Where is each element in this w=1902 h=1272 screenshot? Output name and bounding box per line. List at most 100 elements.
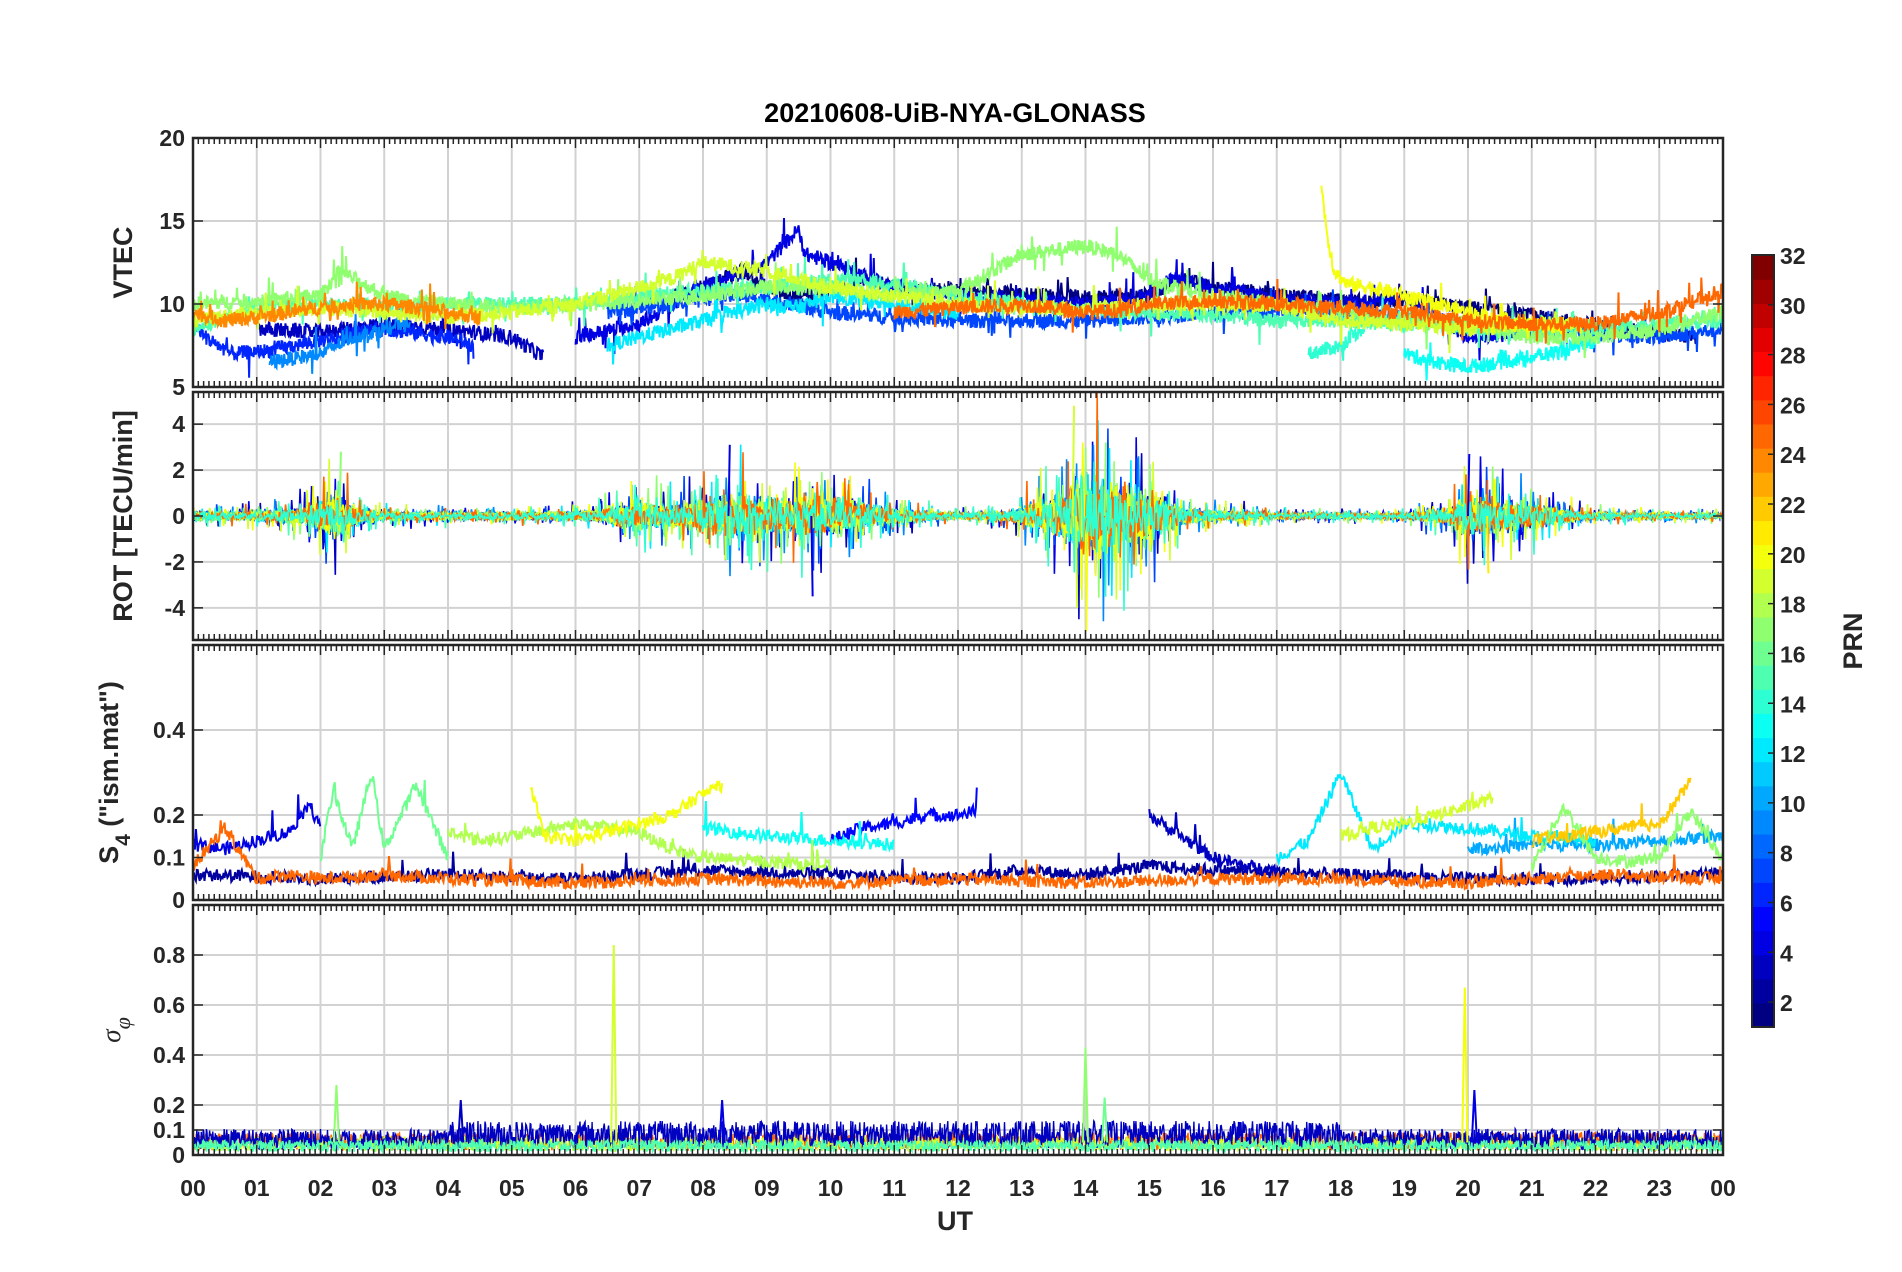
colorbar-segment <box>1752 255 1774 280</box>
colorbar-tick-label: 4 <box>1780 940 1793 966</box>
colorbar-tick-label: 24 <box>1780 442 1806 468</box>
y-tick-label: 10 <box>159 291 185 317</box>
colorbar-tick-label: 26 <box>1780 392 1806 418</box>
colorbar-tick-label: 18 <box>1780 592 1806 618</box>
colorbar-segment <box>1752 592 1774 618</box>
x-tick-label: 10 <box>818 1175 844 1201</box>
x-tick-label: 21 <box>1519 1175 1545 1201</box>
rot-peak <box>1486 515 1490 574</box>
colorbar-tick-label: 6 <box>1780 890 1793 916</box>
y-tick-label: 0 <box>172 503 185 529</box>
y-tick-label: 0.2 <box>153 1092 185 1118</box>
x-tick-label: 14 <box>1073 1175 1099 1201</box>
colorbar-segment <box>1752 761 1774 787</box>
panel-s4: 0 0.1 0.2 0.4 S4 ("ism.mat") <box>94 643 1725 913</box>
colorbar-segment <box>1752 472 1774 497</box>
colorbar-segment <box>1752 616 1774 642</box>
y-tick-label: -4 <box>165 595 186 621</box>
y-tick-label: 4 <box>172 411 185 437</box>
x-tick-label: 02 <box>308 1175 334 1201</box>
rot-peak <box>727 444 731 517</box>
colorbar-segment <box>1752 906 1774 932</box>
colorbar-segment <box>1752 496 1774 521</box>
colorbar-segment <box>1752 834 1774 859</box>
y-tick-label: 0 <box>172 887 185 913</box>
rot-peak <box>338 451 342 517</box>
x-tick-label: 16 <box>1200 1175 1226 1201</box>
x-tick-label: 22 <box>1583 1175 1609 1201</box>
colorbar-segment <box>1752 520 1774 546</box>
colorbar-segment <box>1752 1002 1774 1028</box>
y-tick-label: 0.1 <box>153 845 185 871</box>
colorbar-tick-label: 2 <box>1780 990 1793 1016</box>
x-tick-label: 09 <box>754 1175 780 1201</box>
panel-sigma_phi: 00.10.2 0.4 0.6 0.8 σφ <box>96 903 1725 1168</box>
x-tick-label: 07 <box>626 1175 652 1201</box>
y-tick-label: 0.4 <box>153 717 185 743</box>
x-tick-label: 11 <box>882 1175 907 1201</box>
x-tick-label: 00 <box>180 1175 206 1201</box>
x-tick-label: 23 <box>1646 1175 1672 1201</box>
x-tick-label: 15 <box>1136 1175 1162 1201</box>
colorbar-segment <box>1752 785 1774 811</box>
y-tick-label: 2 <box>172 457 185 483</box>
rot-peak <box>1071 405 1076 517</box>
colorbar-tick-label: 14 <box>1780 691 1806 717</box>
y-tick-label: 0.8 <box>153 942 185 968</box>
colorbar-segment <box>1752 375 1774 401</box>
colorbar-segment <box>1752 423 1774 449</box>
x-tick-label: 13 <box>1009 1175 1035 1201</box>
colorbar-label: PRN <box>1838 612 1868 669</box>
colorbar-segment <box>1752 689 1774 714</box>
panel-rot: -4 -2 0 2 4 ROT [TECU/min] <box>108 390 1725 642</box>
colorbar-tick-label: 28 <box>1780 343 1806 369</box>
x-tick-label: 08 <box>690 1175 716 1201</box>
x-axis-label: UT <box>937 1206 973 1236</box>
x-axis: 00 01 02 03 04 05 06 07 08 09 10 11 12 13 14 15 16 17 18 19… <box>180 1175 1736 1201</box>
colorbar-segment <box>1752 737 1774 763</box>
colorbar-segment <box>1752 279 1774 304</box>
chart-title: 20210608-UiB-NYA-GLONASS <box>764 98 1146 128</box>
y-axis-label: σφ <box>96 1017 135 1043</box>
colorbar-segment <box>1752 882 1774 907</box>
x-tick-label: 20 <box>1455 1175 1481 1201</box>
colorbar-tick-label: 20 <box>1780 542 1806 568</box>
colorbar-segment <box>1752 327 1774 353</box>
x-tick-label: 00 <box>1710 1175 1736 1201</box>
y-tick-label: 0.4 <box>153 1042 185 1068</box>
colorbar-segment <box>1752 303 1774 328</box>
y-tick-label: 5 <box>172 374 185 400</box>
y-tick-label: 15 <box>159 208 185 234</box>
colorbar-segment <box>1752 544 1774 570</box>
rot-peak <box>1074 515 1079 608</box>
rot-peak <box>1103 442 1107 517</box>
figure: 20210608-UiB-NYA-GLONASS 5101520VTEC-4-2… <box>94 98 1868 1236</box>
x-tick-label: 01 <box>244 1175 270 1201</box>
colorbar-tick-label: 12 <box>1780 741 1806 767</box>
panel-vtec: 5 10 15 20 VTEC <box>108 125 1725 400</box>
y-tick-label: 0 <box>172 1142 185 1168</box>
colorbar-segment <box>1752 713 1774 739</box>
y-axis-label: VTEC <box>108 226 138 298</box>
colorbar-tick-label: 10 <box>1780 791 1806 817</box>
colorbar-segment <box>1752 858 1774 883</box>
colorbar-segment <box>1752 665 1774 690</box>
x-tick-label: 12 <box>945 1175 971 1201</box>
x-tick-label: 05 <box>499 1175 525 1201</box>
x-tick-label: 04 <box>435 1175 461 1201</box>
colorbar-tick-label: 8 <box>1780 841 1793 867</box>
y-tick-label: 0.6 <box>153 992 185 1018</box>
x-tick-label: 19 <box>1391 1175 1417 1201</box>
y-tick-label: -2 <box>165 549 185 575</box>
colorbar-tick-label: 22 <box>1780 492 1806 518</box>
colorbar: 2468101214161820222426283032PRN <box>1751 243 1868 1028</box>
colorbar-segment <box>1752 568 1774 594</box>
y-tick-label: 0.2 <box>153 802 185 828</box>
x-tick-label: 17 <box>1264 1175 1290 1201</box>
x-tick-label: 03 <box>371 1175 397 1201</box>
y-tick-label: 0.1 <box>153 1117 185 1143</box>
y-axis-label: ROT [TECU/min] <box>108 410 138 621</box>
x-tick-label: 18 <box>1328 1175 1354 1201</box>
x-tick-label: 06 <box>563 1175 589 1201</box>
colorbar-segment <box>1752 399 1774 425</box>
